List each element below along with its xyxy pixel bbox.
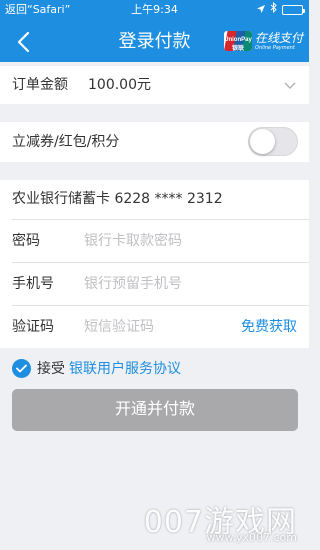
location-icon [257, 0, 265, 20]
nav-bar: 登录付款 UnionPay 银联 在线支付 Online Payment [0, 22, 309, 62]
unionpay-brand: UnionPay 银联 在线支付 Online Payment [223, 30, 303, 51]
order-amount-row[interactable]: 订单金额 100.00元 [0, 66, 309, 104]
payment-form: 农业银行储蓄卡 6228 **** 2312 密码 银行卡取款密码 手机号 银行… [0, 180, 309, 348]
discount-toggle[interactable] [248, 127, 298, 156]
submit-pay-button[interactable]: 开通并付款 [12, 389, 298, 431]
bluetooth-icon [270, 0, 277, 20]
header: 返回“Safari” 上午9:34 登录付款 UnionPay 银联 在线支付 … [0, 0, 309, 62]
password-field[interactable]: 密码 银行卡取款密码 [0, 220, 309, 262]
discount-row: 立减券/红包/积分 [0, 122, 309, 162]
watermark-url: www.yx007.com [206, 531, 297, 544]
agreement-checkbox[interactable] [12, 358, 31, 378]
agreement-prefix: 接受 [37, 361, 65, 377]
order-amount-value: 100.00元 [88, 77, 151, 93]
bank-card-info: 农业银行储蓄卡 6228 **** 2312 [12, 191, 223, 207]
chevron-down-icon[interactable] [283, 78, 297, 96]
discount-label: 立减券/红包/积分 [12, 134, 120, 150]
status-bar: 返回“Safari” 上午9:34 [0, 0, 309, 20]
checkmark-icon [16, 364, 27, 372]
get-code-button[interactable]: 免费获取 [241, 306, 297, 348]
code-input[interactable]: 短信验证码 [84, 306, 154, 348]
code-label: 验证码 [12, 319, 54, 335]
unionpay-logo: UnionPay 银联 [223, 31, 252, 51]
battery-icon [282, 5, 305, 15]
order-amount-label: 订单金额 [12, 77, 68, 93]
brand-title: 在线支付 [254, 30, 303, 45]
password-input[interactable]: 银行卡取款密码 [84, 220, 182, 262]
code-field[interactable]: 验证码 短信验证码 免费获取 [0, 306, 309, 348]
phone-input[interactable]: 银行预留手机号 [84, 263, 182, 305]
phone-label: 手机号 [12, 276, 54, 292]
status-icons [257, 0, 305, 20]
brand-subtitle: Online Payment [254, 44, 295, 51]
phone-field[interactable]: 手机号 银行预留手机号 [0, 263, 309, 305]
agreement-link[interactable]: 银联用户服务协议 [69, 358, 181, 378]
password-label: 密码 [12, 233, 40, 249]
toggle-knob [250, 129, 275, 154]
agreement-row: 接受 银联用户服务协议 [12, 357, 181, 379]
